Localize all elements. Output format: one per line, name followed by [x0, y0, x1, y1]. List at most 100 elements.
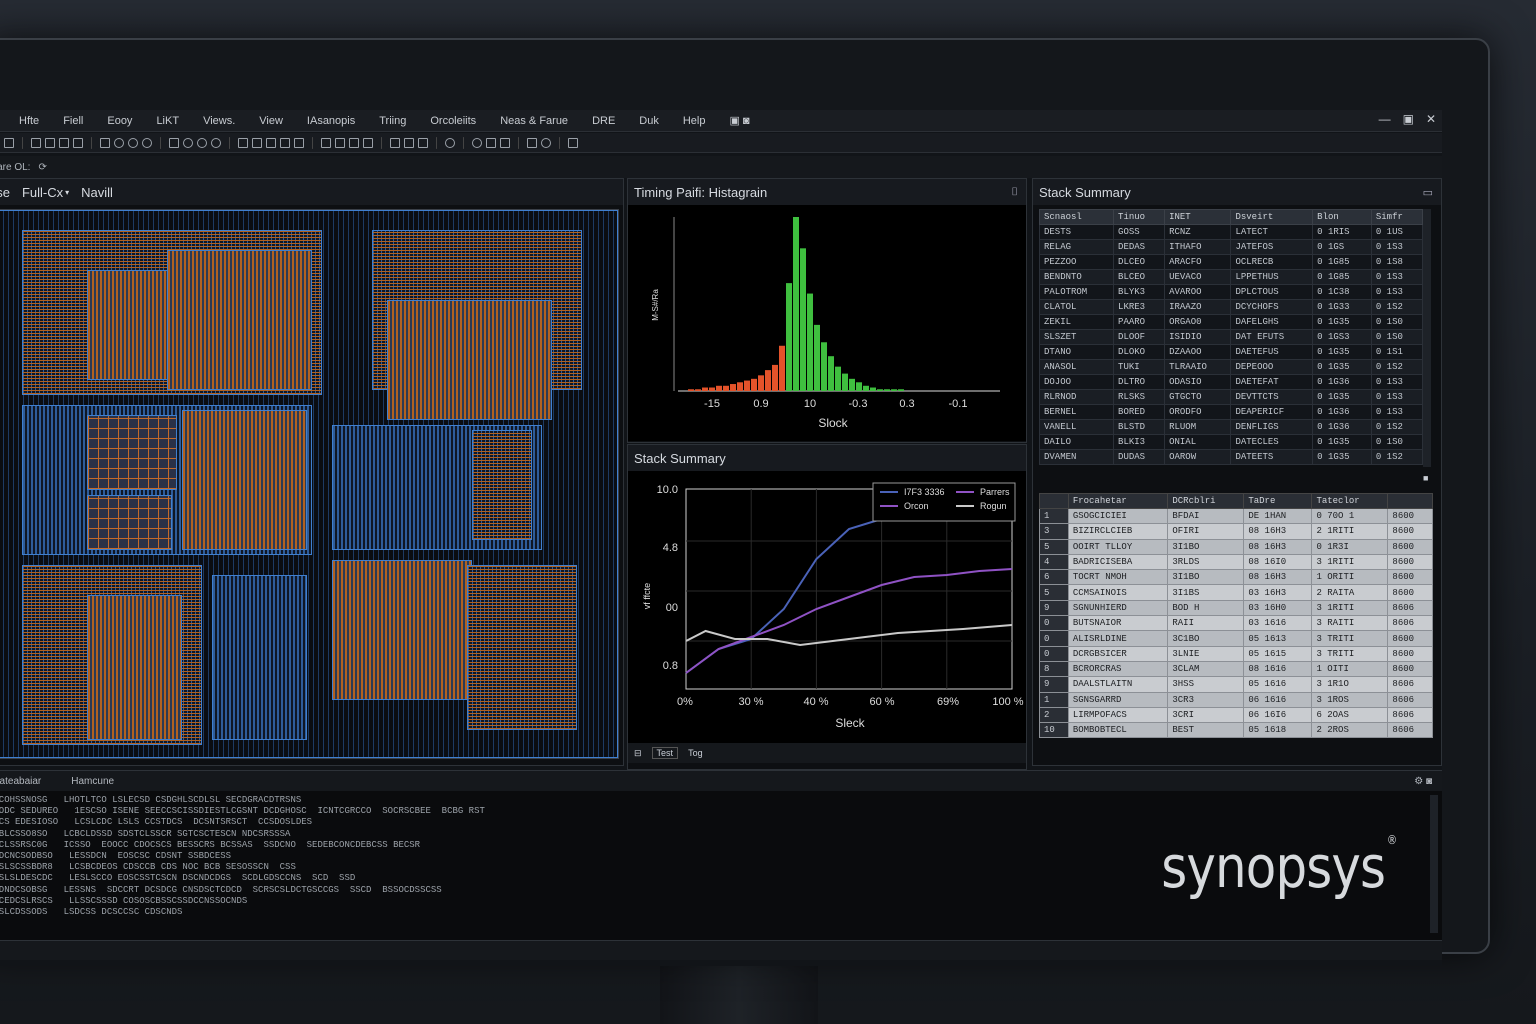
- menu-item[interactable]: View: [247, 115, 295, 127]
- expand-icon[interactable]: ▭: [1423, 186, 1433, 199]
- table-row[interactable]: DTANO DLOKO DZAAOO DAETEFUS 0 1G35 0 1S1: [1039, 344, 1423, 360]
- table-row[interactable]: PALOTROM BLYK3 AVAROO DPLCTOUS 0 1C38 0 1S3: [1039, 284, 1423, 300]
- print-icon[interactable]: [73, 137, 83, 148]
- menu-item[interactable]: Views.: [191, 115, 247, 127]
- chart-icon[interactable]: [500, 137, 510, 148]
- column-header[interactable]: Tinuo: [1113, 209, 1166, 225]
- layer-icon[interactable]: [169, 137, 179, 148]
- table-row[interactable]: 0 BUTSNAIOR RAII 03 1616 3 RAITI 8606: [1039, 615, 1433, 632]
- close-icon[interactable]: ✕: [1426, 112, 1436, 126]
- tab-log[interactable]: Lateabaiar: [0, 776, 41, 787]
- refresh-icon[interactable]: ⟳: [38, 162, 46, 173]
- menu-item[interactable]: Duk: [627, 115, 671, 127]
- table-row[interactable]: 1 SGNSGARRD 3CR3 06 1616 3 1ROS 8606: [1039, 691, 1433, 708]
- table-row[interactable]: 4 BADRICISEBA 3RLDS 08 16I0 3 1RITI 8600: [1039, 553, 1433, 571]
- table-row[interactable]: ANASOL TUKI TLRAAIO DEPEOOO 0 1G35 0 1S2: [1039, 359, 1423, 375]
- column-header[interactable]: Frocahetar: [1067, 493, 1169, 509]
- table-row[interactable]: CLATOL LKRE3 IRAAZO DCYCHOFS 0 1G33 0 1S2: [1039, 299, 1423, 315]
- timing-icon[interactable]: [486, 137, 496, 148]
- table-row[interactable]: 0 ALISRLDINE 3C1BO 05 1613 3 TRITI 8600: [1039, 630, 1433, 647]
- tab-navill[interactable]: Navill: [81, 185, 113, 200]
- highlight-icon[interactable]: [294, 137, 304, 148]
- search-icon[interactable]: [211, 137, 221, 148]
- menu-item[interactable]: Eooy: [95, 115, 144, 127]
- column-header[interactable]: [1387, 493, 1433, 509]
- table-row[interactable]: 9 SGNUNHIERD BOD H 03 16H0 3 1RITI 8606: [1039, 599, 1433, 617]
- column-header[interactable]: Simfr: [1370, 209, 1423, 225]
- column-header[interactable]: DCRcblri: [1167, 493, 1245, 509]
- column-header[interactable]: Dsveirt: [1230, 209, 1314, 225]
- table-row[interactable]: 6 TOCRT NMOH 3I1BO 08 16H3 1 ORITI 8600: [1039, 569, 1433, 586]
- table-row[interactable]: ZEKIL PAARO ORGAO0 DAFELGHS 0 1G35 0 1S0: [1039, 314, 1423, 330]
- table-row[interactable]: DOJOO DLTRO ODASIO DAETEFAT 0 1G36 0 1S3: [1039, 374, 1423, 390]
- tab-full-cx[interactable]: Full-Cx: [22, 185, 63, 200]
- table-row[interactable]: 9 DAALSTLAITN 3HSS 05 1616 3 1R1O 8606: [1039, 676, 1433, 693]
- measure-icon[interactable]: [280, 137, 290, 148]
- table-row[interactable]: 3 BIZIRCLCIEB OFIRI 08 16H3 2 1RITI 8600: [1039, 523, 1433, 540]
- circle-icon[interactable]: [114, 137, 124, 148]
- chat-icon[interactable]: ▣ ◙: [717, 114, 761, 127]
- scrollbar[interactable]: [1423, 209, 1431, 467]
- target-icon[interactable]: [445, 137, 455, 148]
- maximize-icon[interactable]: ▣: [1403, 112, 1414, 126]
- circle-icon[interactable]: [128, 137, 138, 148]
- save-icon[interactable]: [31, 137, 41, 148]
- menu-item[interactable]: Triing: [367, 115, 418, 127]
- table-row[interactable]: 0 DCRGBSICER 3LNIE 05 1615 3 TRITI 8600: [1039, 645, 1433, 662]
- dropdown-icon[interactable]: ▾: [65, 188, 69, 197]
- zoom-out-icon[interactable]: [197, 137, 207, 148]
- menu-item[interactable]: Help: [671, 115, 718, 127]
- table-row[interactable]: 5 OOIRT TLLOY 3I1BO 08 16H3 0 1R3I 8600: [1039, 538, 1433, 555]
- ruler-icon[interactable]: [266, 137, 276, 148]
- table-row[interactable]: 2 LIRMPOFACS 3CRI 06 16I6 6 2OAS 8606: [1039, 706, 1433, 724]
- settings-icon[interactable]: ⚙ ◙: [1414, 776, 1432, 787]
- script-icon[interactable]: [568, 137, 578, 148]
- zoom-in-icon[interactable]: [183, 137, 193, 148]
- circle-icon[interactable]: [541, 137, 551, 148]
- column-header[interactable]: INET: [1164, 209, 1232, 225]
- cell-icon[interactable]: [390, 137, 400, 148]
- search-icon[interactable]: [472, 137, 482, 148]
- table-row[interactable]: DESTS GOSS RCNZ LATECT 0 1RIS 0 1US: [1039, 224, 1423, 240]
- table-row[interactable]: BERNEL BORED ORODFO DEAPERICF 0 1G36 0 1S3: [1039, 404, 1423, 420]
- paste-icon[interactable]: [59, 137, 69, 148]
- scrollbar[interactable]: [1430, 795, 1438, 933]
- table-row[interactable]: PEZZOO DLCEO ARACFO OCLRECB 0 1G85 0 1S8: [1039, 254, 1423, 270]
- table-row[interactable]: RLRNOD RLSKS GTGCTO DEVTTCTS 0 1G35 0 1S3: [1039, 389, 1423, 405]
- snap-icon[interactable]: [321, 137, 331, 148]
- route-icon[interactable]: [349, 137, 359, 148]
- table-row[interactable]: 10 BOMBOBTECL BEST 05 1618 2 2ROS 8606: [1039, 722, 1433, 739]
- copy-icon[interactable]: [45, 137, 55, 148]
- menu-item[interactable]: IAsanopis: [295, 115, 367, 127]
- layers-icon[interactable]: [335, 137, 345, 148]
- table-row[interactable]: BENDNTO BLCEO UEVACO LPPETHUS 0 1G85 0 1S3: [1039, 269, 1423, 285]
- menu-item[interactable]: DRE: [580, 115, 627, 127]
- table-row[interactable]: 1 GSOGCICIEI BFDAI DE 1HAN 0 70O 1 8600: [1039, 507, 1433, 525]
- table-row[interactable]: VANELL BLSTD RLUOM DENFLIGS 0 1G36 0 1S2: [1039, 419, 1423, 435]
- minimize-icon[interactable]: —: [1379, 112, 1391, 126]
- table-row[interactable]: DVAMEN DUDAS OAROW DATEETS 0 1G35 0 1S2: [1039, 449, 1423, 465]
- expand-icon[interactable]: ■: [1423, 473, 1428, 483]
- column-header[interactable]: [1039, 493, 1069, 509]
- expand-icon[interactable]: ⌷: [1011, 186, 1018, 199]
- select-icon[interactable]: [100, 137, 110, 148]
- column-header[interactable]: Blon: [1312, 209, 1372, 225]
- panel-icon[interactable]: ⊟: [634, 748, 642, 759]
- table-row[interactable]: RELAG DEDAS ITHAFO JATEFOS 0 1GS 0 1S3: [1039, 239, 1423, 255]
- tab-tog[interactable]: Tog: [688, 748, 703, 758]
- label-icon[interactable]: [418, 137, 428, 148]
- column-header[interactable]: Scnaosl: [1039, 209, 1115, 225]
- chip-layout-canvas[interactable]: [0, 209, 619, 759]
- menu-item[interactable]: Orcoleiits: [418, 115, 488, 127]
- grid-icon[interactable]: [252, 137, 262, 148]
- circle-icon[interactable]: [142, 137, 152, 148]
- tab-test[interactable]: Test: [651, 747, 679, 759]
- menu-item[interactable]: Hfte: [7, 115, 51, 127]
- open-icon[interactable]: [4, 137, 14, 148]
- menu-item[interactable]: LiKT: [144, 115, 191, 127]
- table-row[interactable]: SLSZET DLOOF ISIDIO DAT EFUTS 0 1GS3 0 1S0: [1039, 329, 1423, 345]
- table-row[interactable]: 5 CCMSAINOIS 3I1BS 03 16H3 2 RAITA 8600: [1039, 584, 1433, 601]
- tab-lse[interactable]: Lse: [0, 185, 10, 200]
- net-icon[interactable]: [363, 137, 373, 148]
- tab-history[interactable]: Hamcune: [71, 776, 114, 787]
